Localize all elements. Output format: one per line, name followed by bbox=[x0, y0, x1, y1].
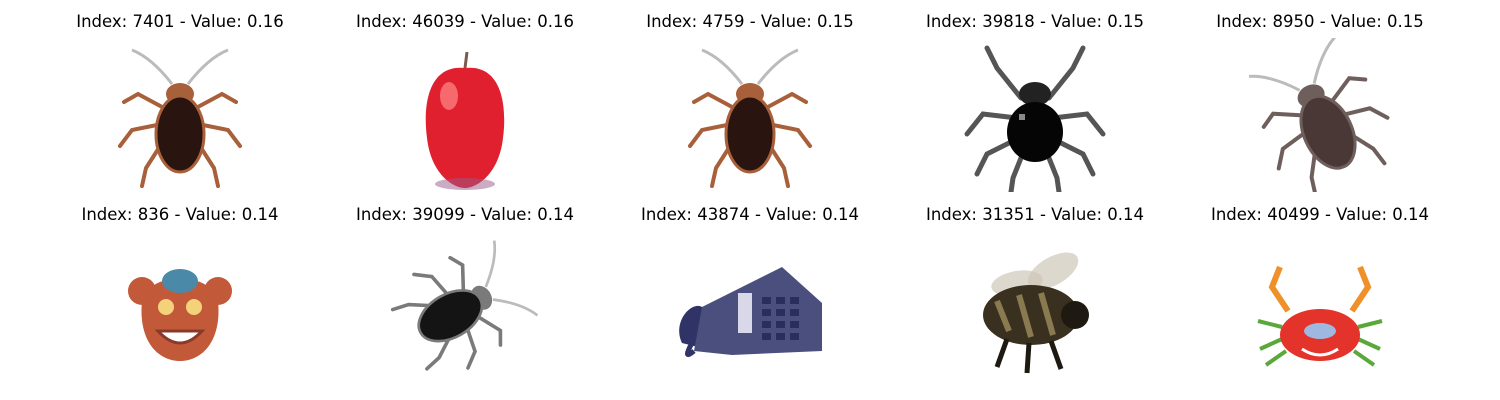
cockroach-icon bbox=[387, 231, 543, 385]
thumbnail-image bbox=[1242, 38, 1398, 192]
thumbnail-image bbox=[1242, 231, 1398, 385]
thumbnail-image bbox=[102, 38, 258, 192]
thumbnail-image bbox=[102, 231, 258, 385]
image-title: Index: 43874 - Value: 0.14 bbox=[640, 205, 859, 224]
image-title: Index: 39099 - Value: 0.14 bbox=[355, 205, 574, 224]
grid-cell: Index: 39818 - Value: 0.15 bbox=[885, 0, 1185, 192]
image-title: Index: 8950 - Value: 0.15 bbox=[1216, 12, 1424, 31]
thumbnail-image bbox=[957, 231, 1113, 385]
image-title: Index: 31351 - Value: 0.14 bbox=[925, 205, 1144, 224]
thumbnail-image bbox=[957, 38, 1113, 192]
grid-cell: Index: 39099 - Value: 0.14 bbox=[315, 193, 615, 385]
image-title: Index: 4759 - Value: 0.15 bbox=[646, 12, 854, 31]
grid-cell: Index: 31351 - Value: 0.14 bbox=[885, 193, 1185, 385]
image-title: Index: 46039 - Value: 0.16 bbox=[355, 12, 574, 31]
grid-cell: Index: 836 - Value: 0.14 bbox=[30, 193, 330, 385]
thumbnail-image bbox=[672, 38, 828, 192]
crab-face-icon bbox=[102, 231, 258, 385]
grid-cell: Index: 40499 - Value: 0.14 bbox=[1170, 193, 1470, 385]
thumbnail-image bbox=[672, 231, 828, 385]
grid-cell: Index: 43874 - Value: 0.14 bbox=[600, 193, 900, 385]
thumbnail-image bbox=[387, 231, 543, 385]
spider-icon bbox=[957, 38, 1113, 192]
image-title: Index: 836 - Value: 0.14 bbox=[81, 205, 279, 224]
cockroach-icon bbox=[102, 38, 258, 192]
cockroach-icon bbox=[672, 38, 828, 192]
apple-icon bbox=[387, 38, 543, 192]
grid-cell: Index: 8950 - Value: 0.15 bbox=[1170, 0, 1470, 192]
telephone-icon bbox=[672, 231, 828, 385]
thumbnail-image bbox=[387, 38, 543, 192]
image-title: Index: 39818 - Value: 0.15 bbox=[925, 12, 1144, 31]
image-title: Index: 40499 - Value: 0.14 bbox=[1210, 205, 1429, 224]
grid-cell: Index: 46039 - Value: 0.16 bbox=[315, 0, 615, 192]
cockroach-icon bbox=[1242, 38, 1398, 192]
grid-cell: Index: 4759 - Value: 0.15 bbox=[600, 0, 900, 192]
crab-icon bbox=[1242, 231, 1398, 385]
bee-icon bbox=[957, 231, 1113, 385]
grid-cell: Index: 7401 - Value: 0.16 bbox=[30, 0, 330, 192]
image-title: Index: 7401 - Value: 0.16 bbox=[76, 12, 284, 31]
